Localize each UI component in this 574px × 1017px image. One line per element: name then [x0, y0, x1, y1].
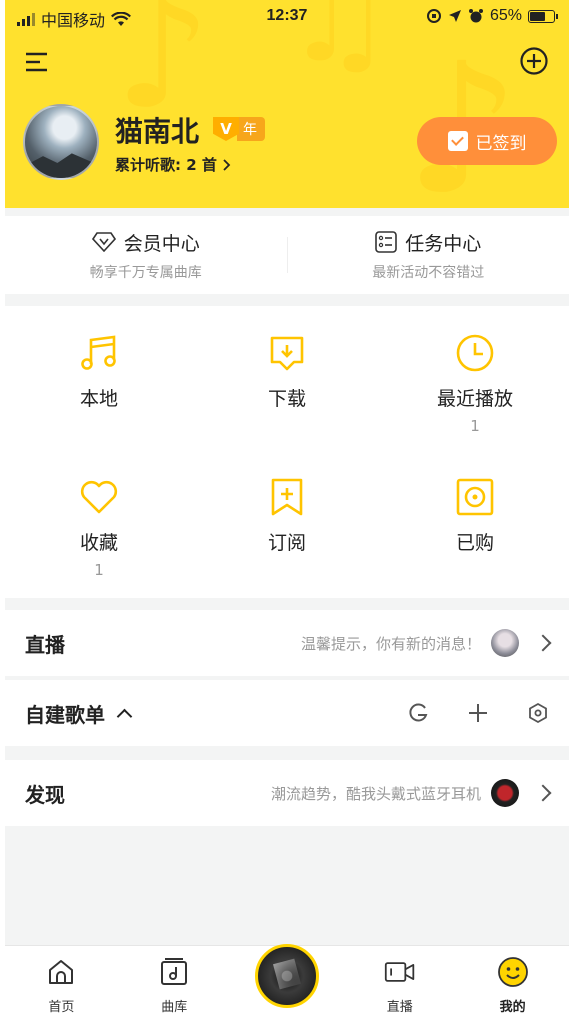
grid-label: 收藏 [79, 532, 118, 554]
hamburger-menu-icon [26, 52, 47, 72]
quick-link-title: 任务中心 [405, 232, 482, 255]
discover-hint: 潮流趋势，酷我头戴式蓝牙耳机 [270, 784, 481, 803]
live-video-icon [384, 962, 415, 982]
grid-label: 最近播放 [436, 388, 513, 410]
playlist-settings-icon[interactable] [527, 702, 549, 724]
grid-item-subscriptions[interactable]: 订阅 [193, 450, 381, 590]
task-list-icon [375, 231, 398, 253]
quick-link-subtitle: 最新活动不容错过 [372, 264, 485, 281]
bookmark-add-icon [271, 478, 303, 516]
checkin-label: 已签到 [475, 133, 527, 154]
tab-now-playing[interactable] [231, 944, 344, 1017]
task-center-link[interactable]: 任务中心 最新活动不容错过 [288, 216, 570, 294]
headphone-thumbnail [491, 779, 519, 807]
live-row[interactable]: 直播 温馨提示，你有新的消息！ [5, 610, 569, 676]
listen-count-link[interactable]: 累计听歌: 2 首 [115, 154, 231, 175]
tab-bar: 首页 曲库 直播 我的 [5, 944, 569, 1017]
row-title: 发现 [25, 782, 65, 807]
chevron-right-icon [534, 784, 552, 802]
grid-item-favorites[interactable]: 收藏 1 [5, 450, 193, 590]
username[interactable]: 猫南北 [115, 110, 199, 150]
chevron-right-icon [223, 158, 231, 171]
quick-link-title: 会员中心 [123, 232, 200, 255]
checkin-icon [447, 131, 468, 151]
grid-count: 1 [94, 561, 104, 579]
smiley-icon [497, 957, 528, 987]
now-playing-disc-icon [254, 944, 319, 1008]
row-title[interactable]: 自建歌单 [25, 699, 105, 728]
location-icon [448, 10, 461, 22]
diamond-icon [91, 232, 116, 252]
profile-header: ♪ ♫ ♪ 中国移动 12:37 65% [5, 0, 569, 208]
grid-label: 本地 [79, 388, 118, 410]
chevron-right-icon [534, 634, 552, 652]
tab-label: 直播 [386, 1000, 413, 1015]
music-note-icon [81, 335, 116, 370]
add-button[interactable] [519, 46, 549, 76]
plus-circle-icon [520, 47, 548, 75]
import-playlist-icon[interactable] [407, 702, 429, 724]
grid-item-download[interactable]: 下载 [193, 306, 381, 446]
checkin-button[interactable]: 已签到 [417, 117, 557, 165]
grid-count: 1 [470, 417, 480, 435]
user-avatar[interactable] [23, 104, 99, 180]
playlists-row: 自建歌单 [5, 680, 569, 746]
menu-button[interactable] [25, 50, 51, 74]
member-center-link[interactable]: 会员中心 畅享千万专属曲库 [5, 216, 287, 294]
grid-label: 已购 [455, 532, 494, 554]
vip-period-label: 年 [237, 117, 265, 141]
tab-label: 曲库 [161, 1000, 188, 1015]
grid-label: 订阅 [267, 532, 306, 554]
vip-v-icon: V [213, 117, 239, 141]
listen-count-label: 累计听歌: 2 首 [115, 156, 217, 174]
add-playlist-icon[interactable] [467, 702, 489, 724]
tab-home[interactable]: 首页 [5, 946, 118, 1017]
purchased-disc-icon [456, 478, 494, 516]
alarm-icon [468, 9, 483, 23]
tab-label: 我的 [499, 1000, 526, 1015]
frame-edge-right [569, 0, 574, 1017]
battery-icon [528, 9, 558, 23]
grid-item-purchased[interactable]: 已购 [381, 450, 569, 590]
tab-live[interactable]: 直播 [343, 946, 456, 1017]
library-grid: 本地 下载 最近播放 1 收藏 1 订阅 已购 [5, 306, 569, 598]
battery-percent: 65% [489, 7, 522, 24]
status-bar: 中国移动 12:37 65% [5, 0, 569, 34]
discover-row[interactable]: 发现 潮流趋势，酷我头戴式蓝牙耳机 [5, 760, 569, 826]
live-hint: 温馨提示，你有新的消息！ [300, 634, 481, 653]
grid-item-local[interactable]: 本地 [5, 306, 193, 446]
download-icon [270, 336, 304, 371]
tab-mine[interactable]: 我的 [456, 946, 569, 1017]
app-screen: ♪ ♫ ♪ 中国移动 12:37 65% [5, 0, 569, 1017]
vip-badge[interactable]: V 年 [213, 117, 265, 141]
quick-link-subtitle: 畅享千万专属曲库 [89, 264, 202, 281]
row-title: 直播 [25, 632, 65, 657]
quick-links-card: 会员中心 畅享千万专属曲库 任务中心 最新活动不容错过 [5, 216, 569, 294]
heart-icon [80, 480, 118, 514]
grid-item-recent[interactable]: 最近播放 1 [381, 306, 569, 446]
orientation-lock-icon [426, 9, 441, 23]
grid-label: 下载 [267, 388, 306, 410]
home-icon [49, 960, 74, 984]
chevron-up-icon[interactable] [116, 708, 133, 724]
tab-label: 首页 [48, 1000, 75, 1015]
message-avatar [491, 629, 519, 657]
tab-library[interactable]: 曲库 [118, 946, 231, 1017]
library-icon [161, 958, 188, 985]
clock-icon [456, 334, 494, 372]
